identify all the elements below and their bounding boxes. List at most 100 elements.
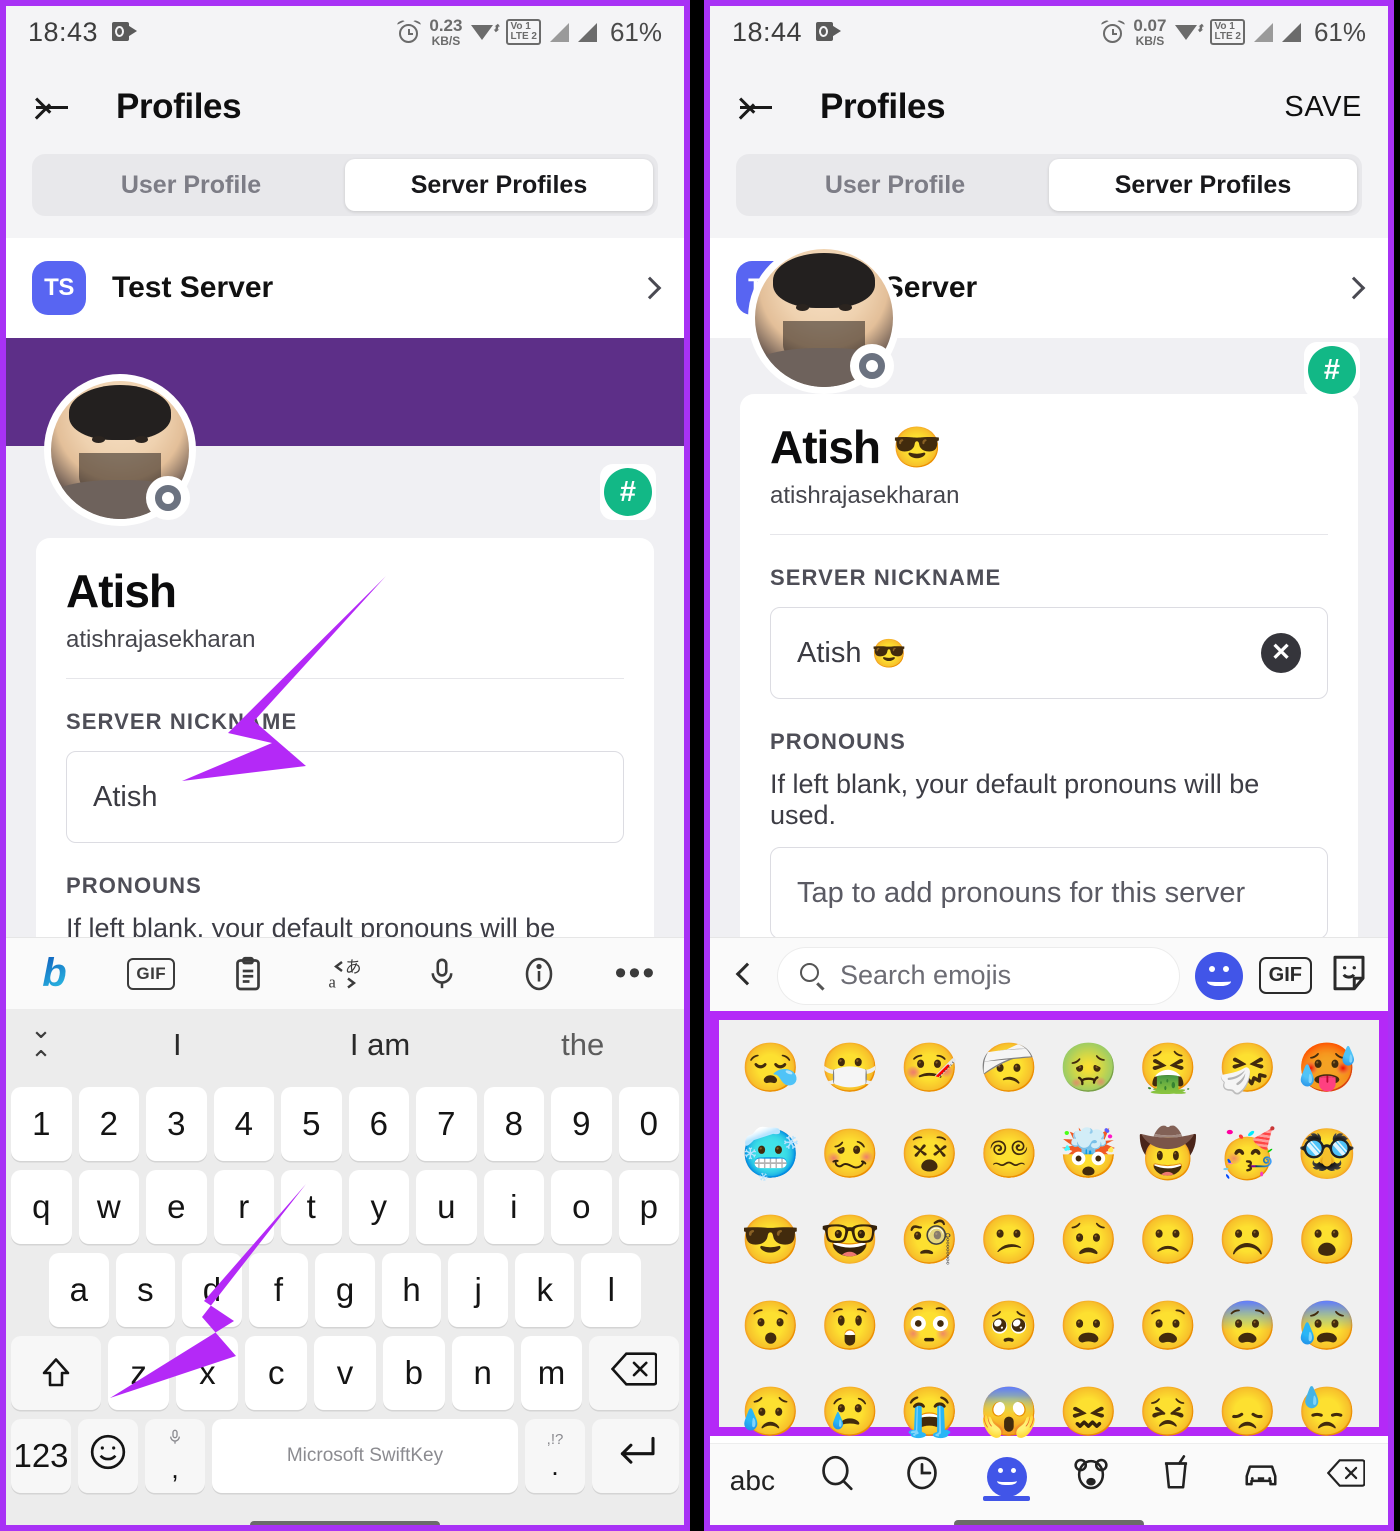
emoji-cell[interactable]: 🤢 xyxy=(1049,1026,1129,1112)
key-l[interactable]: l xyxy=(581,1253,642,1327)
emoji-cell[interactable]: 😷 xyxy=(811,1026,891,1112)
emoji-cell[interactable]: 🧐 xyxy=(890,1198,970,1284)
prediction-0[interactable]: I xyxy=(76,1027,279,1063)
key-0[interactable]: 0 xyxy=(618,1087,679,1161)
key-p[interactable]: p xyxy=(618,1170,679,1244)
key-2[interactable]: 2 xyxy=(78,1087,139,1161)
prediction-1[interactable]: I am xyxy=(279,1027,482,1063)
key-z[interactable]: z xyxy=(107,1336,170,1410)
emoji-nav-smileys[interactable] xyxy=(964,1443,1049,1501)
collapse-keyboard-icon[interactable]: ⌄ ⌃ xyxy=(6,1014,76,1076)
sticker-icon[interactable] xyxy=(1328,952,1370,999)
emoji-nav-food[interactable] xyxy=(1134,1443,1219,1501)
key-w[interactable]: w xyxy=(78,1170,139,1244)
key-d[interactable]: d xyxy=(182,1253,242,1327)
key-n[interactable]: n xyxy=(451,1336,514,1410)
clipboard-icon[interactable] xyxy=(225,951,271,997)
server-nickname-input[interactable]: Atish xyxy=(66,751,624,843)
emoji-cell[interactable]: 😦 xyxy=(1049,1284,1129,1370)
key-i[interactable]: i xyxy=(483,1170,544,1244)
emoji-cell[interactable]: 😳 xyxy=(890,1284,970,1370)
enter-key[interactable] xyxy=(592,1419,679,1493)
avatar[interactable] xyxy=(44,374,196,526)
server-selector-row[interactable]: TS Test Server xyxy=(6,238,684,338)
emoji-cell[interactable]: 🥵 xyxy=(1288,1026,1368,1112)
emoji-nav-abc[interactable]: abc xyxy=(710,1443,795,1501)
key-4[interactable]: 4 xyxy=(213,1087,274,1161)
bing-icon[interactable]: b xyxy=(31,951,77,997)
key-f[interactable]: f xyxy=(248,1253,309,1327)
emoji-cell[interactable]: 🤕 xyxy=(970,1026,1050,1112)
key-t[interactable]: t xyxy=(281,1170,342,1244)
key-u[interactable]: u xyxy=(416,1170,477,1244)
shift-key[interactable] xyxy=(11,1336,101,1410)
emoji-cell[interactable]: 😎 xyxy=(731,1198,811,1284)
emoji-cell[interactable]: 🤧 xyxy=(1208,1026,1288,1112)
emoji-cell[interactable]: 😨 xyxy=(1208,1284,1288,1370)
emoji-search-input[interactable]: Search emojis xyxy=(778,947,1179,1004)
emoji-nav-backspace[interactable] xyxy=(1303,1443,1388,1501)
avatar[interactable] xyxy=(748,242,900,394)
emoji-cell[interactable]: 😵 xyxy=(890,1112,970,1198)
emoji-cell[interactable]: 😵‍💫 xyxy=(970,1112,1050,1198)
key-1[interactable]: 1 xyxy=(11,1087,72,1161)
key-q[interactable]: q xyxy=(11,1170,72,1244)
key-a[interactable]: a xyxy=(48,1253,109,1327)
key-5[interactable]: 5 xyxy=(281,1087,342,1161)
emoji-nav-recent[interactable] xyxy=(880,1443,965,1501)
prediction-2[interactable]: the xyxy=(481,1027,684,1063)
emoji-cell[interactable]: 😯 xyxy=(731,1284,811,1370)
mic-icon[interactable] xyxy=(419,951,465,997)
emoji-cell[interactable]: 🥳 xyxy=(1208,1112,1288,1198)
key-k[interactable]: k xyxy=(514,1253,575,1327)
emoji-cell[interactable]: 😟 xyxy=(1049,1198,1129,1284)
key-e[interactable]: e xyxy=(146,1170,207,1244)
key-v[interactable]: v xyxy=(314,1336,376,1410)
save-button[interactable]: SAVE xyxy=(1284,91,1362,124)
period-key[interactable]: ,!? . xyxy=(525,1419,585,1493)
emoji-nav-search[interactable] xyxy=(795,1443,880,1501)
key-y[interactable]: y xyxy=(348,1170,409,1244)
emoji-cell[interactable]: 🙁 xyxy=(1129,1198,1209,1284)
tab-user-profile[interactable]: User Profile xyxy=(741,159,1049,211)
backspace-key[interactable] xyxy=(589,1336,679,1410)
pronouns-input[interactable]: Tap to add pronouns for this server xyxy=(770,847,1328,939)
key-7[interactable]: 7 xyxy=(416,1087,477,1161)
emoji-cell[interactable]: 😮 xyxy=(1288,1198,1368,1284)
space-key[interactable]: Microsoft SwiftKey xyxy=(212,1419,518,1493)
emoji-cell[interactable]: ☹️ xyxy=(1208,1198,1288,1284)
emoji-grid[interactable]: 😪 😷 🤒 🤕 🤢 🤮 🤧 🥵 🥶 🥴 😵 😵‍💫 🤯 🤠 🥳 🥸 😎 🤓 🧐 😕 😟 🙁 ☹️ 😮 😯 😲 😳 🥺 😦 😧 😨 😰 😥 😢 😭 😱 😖… xyxy=(710,1011,1388,1437)
server-nickname-input[interactable]: Atish 😎 ✕ xyxy=(770,607,1328,699)
key-6[interactable]: 6 xyxy=(348,1087,409,1161)
gif-icon[interactable]: GIF xyxy=(1258,957,1312,994)
translate-icon[interactable]: a あ xyxy=(322,951,368,997)
tab-user-profile[interactable]: User Profile xyxy=(37,159,345,211)
key-j[interactable]: j xyxy=(448,1253,508,1327)
key-o[interactable]: o xyxy=(551,1170,612,1244)
emoji-cell[interactable]: 🤓 xyxy=(811,1198,891,1284)
hash-badge-button[interactable]: # xyxy=(600,464,656,520)
emoji-cell[interactable]: 😲 xyxy=(811,1284,891,1370)
emoji-nav-animals[interactable] xyxy=(1049,1443,1134,1501)
key-c[interactable]: c xyxy=(245,1336,308,1410)
key-x[interactable]: x xyxy=(176,1336,239,1410)
emoji-back-icon[interactable] xyxy=(728,959,762,993)
emoji-cell[interactable]: 🤮 xyxy=(1129,1026,1209,1112)
info-icon[interactable] xyxy=(516,951,562,997)
emoji-cell[interactable]: 😕 xyxy=(970,1198,1050,1284)
back-button[interactable] xyxy=(32,86,74,128)
back-button[interactable] xyxy=(736,86,778,128)
key-9[interactable]: 9 xyxy=(551,1087,612,1161)
emoji-cell[interactable]: 🥶 xyxy=(731,1112,811,1198)
key-s[interactable]: s xyxy=(115,1253,176,1327)
clear-nickname-button[interactable]: ✕ xyxy=(1261,633,1301,673)
emoji-cell[interactable]: 🤯 xyxy=(1049,1112,1129,1198)
emoji-cell[interactable]: 😪 xyxy=(731,1026,811,1112)
tab-server-profiles[interactable]: Server Profiles xyxy=(345,159,653,211)
numeric-key[interactable]: 123 xyxy=(11,1419,71,1493)
emoji-cell[interactable]: 😧 xyxy=(1129,1284,1209,1370)
key-r[interactable]: r xyxy=(213,1170,274,1244)
emoji-key[interactable] xyxy=(78,1419,138,1493)
comma-key[interactable]: , xyxy=(145,1419,205,1493)
gif-icon[interactable]: GIF xyxy=(127,951,176,997)
